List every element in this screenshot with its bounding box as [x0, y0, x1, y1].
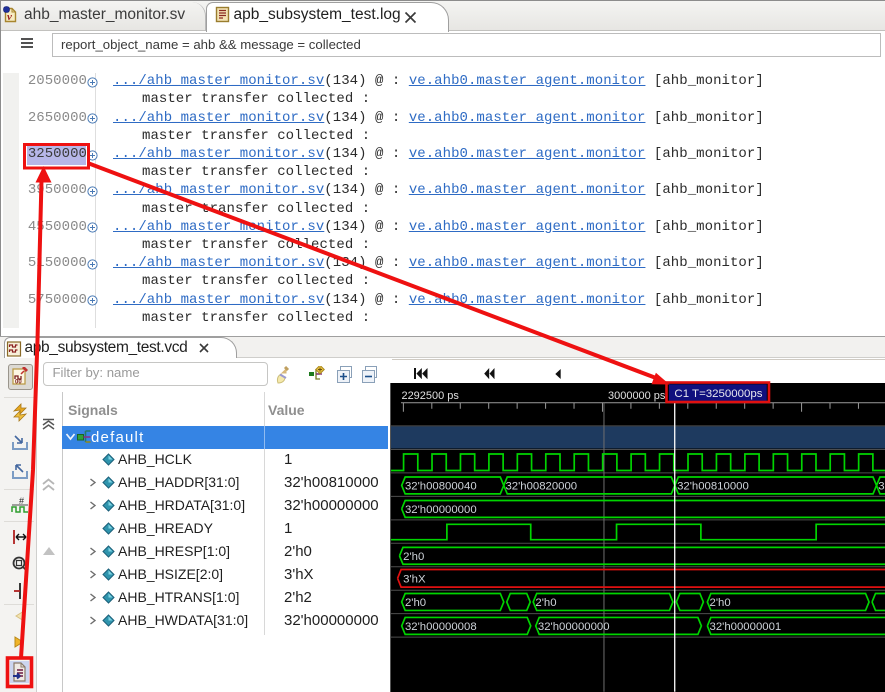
- svg-text:2'h0: 2'h0: [535, 597, 556, 609]
- svg-text:32'h00000000: 32'h00000000: [538, 621, 610, 633]
- svg-text:32'h00800040: 32'h00800040: [405, 480, 477, 492]
- svg-text:3000000 ps: 3000000 ps: [608, 390, 666, 402]
- svg-text:2'h0: 2'h0: [403, 551, 424, 563]
- svg-text:v: v: [7, 11, 12, 23]
- svg-text:2292500 ps: 2292500 ps: [401, 390, 459, 402]
- svg-text:C1 T=3250000ps: C1 T=3250000ps: [674, 388, 762, 400]
- svg-text:00: 00: [15, 380, 22, 386]
- svg-text:32'h00000000: 32'h00000000: [405, 504, 477, 516]
- svg-text:32'h00810000: 32'h00810000: [878, 480, 885, 492]
- svg-text:32'h00810000: 32'h00810000: [677, 480, 749, 492]
- svg-text:2'h0: 2'h0: [405, 597, 426, 609]
- svg-text:#: #: [19, 496, 24, 506]
- svg-text:3'hX: 3'hX: [403, 573, 426, 585]
- svg-text:32'h00000001: 32'h00000001: [710, 621, 782, 633]
- svg-text:32'h00820000: 32'h00820000: [505, 480, 577, 492]
- svg-text:2'h0: 2'h0: [710, 597, 731, 609]
- svg-text:32'h00000008: 32'h00000008: [405, 621, 477, 633]
